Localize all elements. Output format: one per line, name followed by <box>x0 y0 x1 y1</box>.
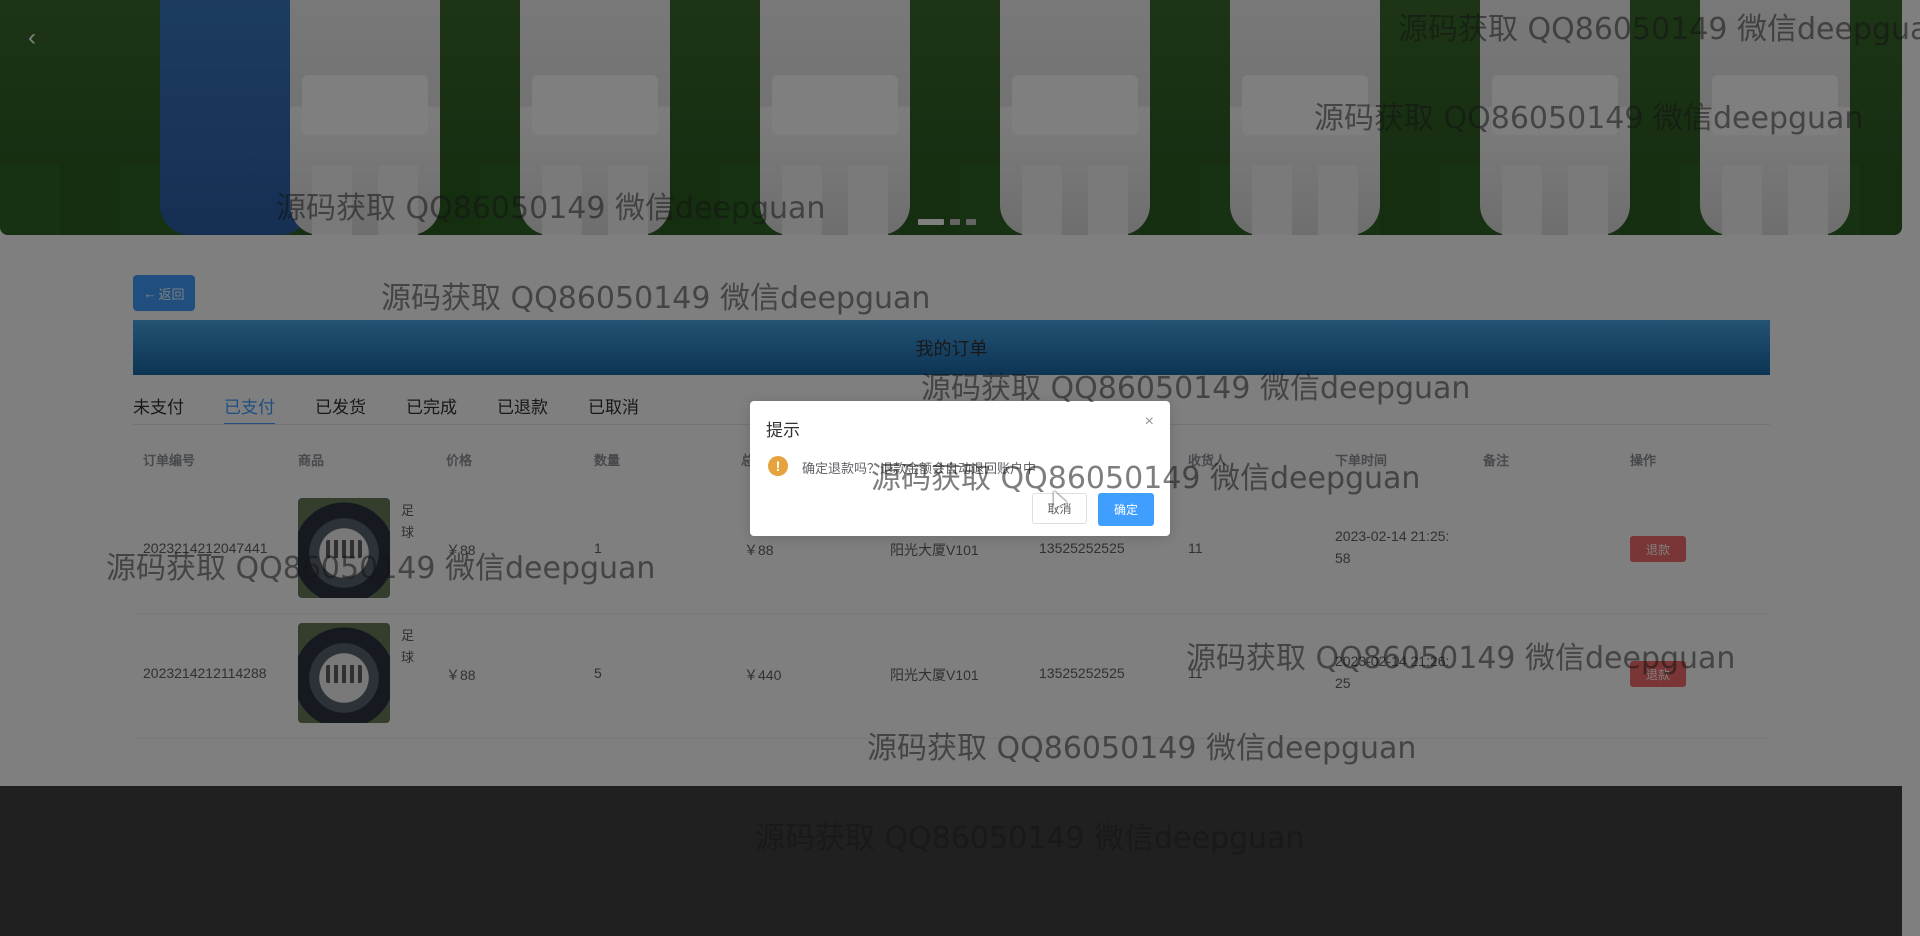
warning-icon: ! <box>768 456 788 476</box>
watermark-text: 源码获取 QQ86050149 微信deepguan <box>276 191 826 226</box>
watermark-text: 源码获取 QQ86050149 微信deepguan <box>871 461 1421 496</box>
watermark-text: 源码获取 QQ86050149 微信deepguan <box>867 731 1417 766</box>
confirm-button[interactable]: 确定 <box>1098 493 1154 526</box>
watermark-text: 源码获取 QQ86050149 微信deepguan <box>921 371 1471 406</box>
close-icon[interactable]: × <box>1145 413 1154 431</box>
watermark-text: 源码获取 QQ86050149 微信deepguan <box>755 821 1305 856</box>
watermark-text: 源码获取 QQ86050149 微信deepguan <box>106 551 656 586</box>
watermark-text: 源码获取 QQ86050149 微信deepguan <box>381 281 931 316</box>
dialog-title: 提示 <box>766 421 800 440</box>
watermark-text: 源码获取 QQ86050149 微信deepguan <box>1186 641 1736 676</box>
watermark-text: 源码获取 QQ86050149 微信deepguan <box>1314 101 1864 136</box>
watermark-text: 源码获取 QQ86050149 微信deepguan <box>1398 12 1920 47</box>
